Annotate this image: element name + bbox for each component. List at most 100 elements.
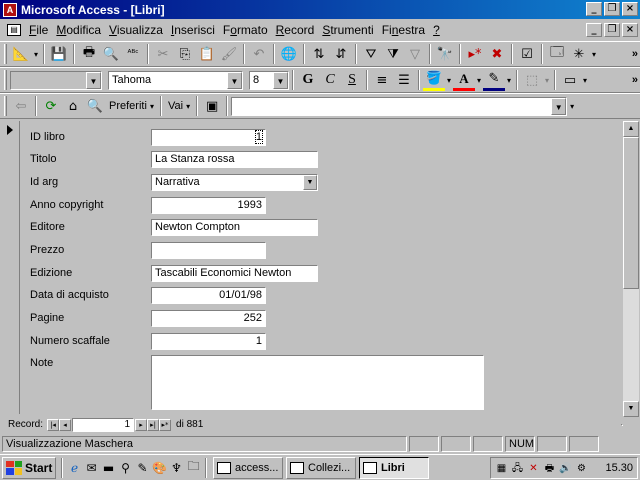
line-color-icon[interactable]: ✎ xyxy=(483,69,505,91)
undo-icon[interactable]: ↶ xyxy=(248,43,270,65)
address-field[interactable]: ▼ xyxy=(231,96,568,116)
hyperlink-icon[interactable]: 🌐 xyxy=(278,43,300,65)
first-record-icon[interactable]: |◂ xyxy=(47,418,60,431)
explorer-icon[interactable]: 🗀 xyxy=(185,459,202,476)
title-bar[interactable]: A Microsoft Access - [Libri] _ ❐ × xyxy=(0,0,640,19)
chevron-down-icon[interactable]: ▼ xyxy=(551,97,567,115)
object-selector[interactable]: ▼ xyxy=(10,70,102,90)
save-icon[interactable]: 💾 xyxy=(48,43,70,65)
field-data-di-acquisto[interactable]: 01/01/98 xyxy=(151,287,266,304)
special-effect-icon[interactable]: ▭ xyxy=(559,69,581,91)
database-window-icon[interactable]: 🗔 xyxy=(546,43,568,65)
task-access[interactable]: access... xyxy=(213,456,283,479)
sort-descending-icon[interactable]: ⇵ xyxy=(330,43,352,65)
favorites-menu[interactable]: Preferiti ▾ xyxy=(106,100,157,112)
chevron-down-icon[interactable]: ▾ xyxy=(505,69,513,91)
copy-icon[interactable]: ⎘ xyxy=(174,43,196,65)
record-selector[interactable] xyxy=(2,121,20,414)
menu-finestra[interactable]: Finestra xyxy=(378,23,429,37)
field-anno-copyright[interactable]: 1993 xyxy=(151,197,266,214)
go-menu[interactable]: Vai ▾ xyxy=(165,100,193,112)
restore-button[interactable]: ❐ xyxy=(604,2,620,16)
menu-strumenti[interactable]: Strumenti xyxy=(318,23,377,37)
fill-color-icon[interactable]: 🪣 xyxy=(423,69,445,91)
sort-ascending-icon[interactable]: ⇅ xyxy=(308,43,330,65)
field-titolo[interactable]: La Stanza rossa xyxy=(151,151,318,168)
new-record-icon[interactable]: ▸* xyxy=(464,43,486,65)
task-collezioni[interactable]: Collezi... xyxy=(286,456,356,479)
properties-icon[interactable]: ☑ xyxy=(516,43,538,65)
next-record-icon[interactable]: ▸ xyxy=(135,418,148,431)
toolbar-grip[interactable] xyxy=(4,70,7,90)
chevron-down-icon[interactable]: ▾ xyxy=(543,69,551,91)
chevron-down-icon[interactable]: ▾ xyxy=(590,43,598,65)
menu-modifica[interactable]: Modifica xyxy=(52,23,105,37)
doc-minimize-button[interactable]: _ xyxy=(586,23,602,37)
channels-icon[interactable]: ⚲ xyxy=(117,459,134,476)
show-web-toolbar-icon[interactable]: ▣ xyxy=(201,95,223,117)
search-web-icon[interactable]: 🔍 xyxy=(84,95,106,117)
paste-icon[interactable]: 📋 xyxy=(196,43,218,65)
toolbar-grip[interactable] xyxy=(4,44,7,64)
font-name-select[interactable]: Tahoma ▼ xyxy=(108,70,243,90)
home-icon[interactable]: ⌂ xyxy=(62,95,84,117)
scroll-down-icon[interactable]: ▼ xyxy=(623,401,639,417)
underline-button[interactable]: S xyxy=(341,69,363,91)
access-app-icon[interactable]: A xyxy=(3,2,17,17)
utility-icon[interactable]: ♆ xyxy=(168,459,185,476)
align-center-icon[interactable]: ≡ xyxy=(371,69,393,91)
menu-file[interactable]: File xyxy=(25,23,52,37)
font-color-icon[interactable]: A xyxy=(453,69,475,91)
line-width-icon[interactable]: ⬚ xyxy=(521,69,543,91)
doc-close-button[interactable]: × xyxy=(622,23,638,37)
chevron-down-icon[interactable]: ▾ xyxy=(475,69,483,91)
notepad-icon[interactable]: ✎ xyxy=(134,459,151,476)
internet-explorer-icon[interactable]: ℯ xyxy=(66,459,83,476)
view-icon[interactable]: 📐 xyxy=(10,43,32,65)
back-arrow-icon[interactable]: ⇦ xyxy=(10,95,32,117)
minimize-button[interactable]: _ xyxy=(586,2,602,16)
italic-button[interactable]: C xyxy=(319,69,341,91)
paint-icon[interactable]: 🎨 xyxy=(151,459,168,476)
refresh-icon[interactable]: ⟳ xyxy=(40,95,62,117)
font-size-select[interactable]: 8 ▼ xyxy=(249,70,289,90)
toolbar-grip[interactable] xyxy=(4,96,7,116)
doc-restore-button[interactable]: ❐ xyxy=(604,23,620,37)
chevron-down-icon[interactable]: ▾ xyxy=(32,43,40,65)
apply-filter-icon[interactable]: ▽ xyxy=(404,43,426,65)
previous-record-icon[interactable]: ◂ xyxy=(59,418,72,431)
toolbar-more-icon[interactable]: » xyxy=(632,74,638,86)
delete-record-icon[interactable]: ✖ xyxy=(486,43,508,65)
menu-record[interactable]: Record xyxy=(272,23,319,37)
chevron-down-icon[interactable]: ▼ xyxy=(227,71,242,89)
field-prezzo[interactable] xyxy=(151,242,266,259)
field-editore[interactable]: Newton Compton xyxy=(151,219,318,236)
field-id-libro[interactable]: 1 xyxy=(151,129,266,146)
menu-visualizza[interactable]: Visualizza xyxy=(105,23,167,37)
task-libri[interactable]: Libri xyxy=(359,456,429,479)
chevron-down-icon[interactable]: ▾ xyxy=(445,69,453,91)
scheduler-icon[interactable]: ▦ xyxy=(495,462,508,475)
volume-icon[interactable]: 🔊 xyxy=(559,462,572,475)
last-record-icon[interactable]: ▸| xyxy=(147,418,160,431)
menu-formato[interactable]: Formato xyxy=(219,23,272,37)
field-edizione[interactable]: Tascabili Economici Newton xyxy=(151,265,318,282)
chevron-down-icon[interactable]: ▼ xyxy=(303,175,317,190)
current-record-input[interactable]: 1 xyxy=(72,417,135,432)
spelling-icon[interactable]: ᴬᴮᶜ xyxy=(122,43,144,65)
field-id-arg[interactable]: Narrativa ▼ xyxy=(151,174,318,191)
chevron-down-icon[interactable]: ▾ xyxy=(581,69,589,91)
modem-icon[interactable]: ✕ xyxy=(527,462,540,475)
network-icon[interactable]: 🖧 xyxy=(511,462,524,475)
format-painter-icon[interactable]: 🖌 xyxy=(218,43,240,65)
scroll-thumb[interactable] xyxy=(623,137,639,289)
menu-inserisci[interactable]: Inserisci xyxy=(167,23,219,37)
menu-help[interactable]: ? xyxy=(429,23,444,37)
filter-by-selection-icon[interactable]: ⛛ xyxy=(360,43,382,65)
field-numero-scaffale[interactable]: 1 xyxy=(151,333,266,350)
chevron-down-icon[interactable]: ▾ xyxy=(567,95,577,117)
outlook-express-icon[interactable]: ✉ xyxy=(83,459,100,476)
bold-button[interactable]: G xyxy=(297,69,319,91)
vertical-scrollbar[interactable]: ▲ ▼ xyxy=(623,121,639,417)
chevron-down-icon[interactable]: ▼ xyxy=(273,71,288,89)
